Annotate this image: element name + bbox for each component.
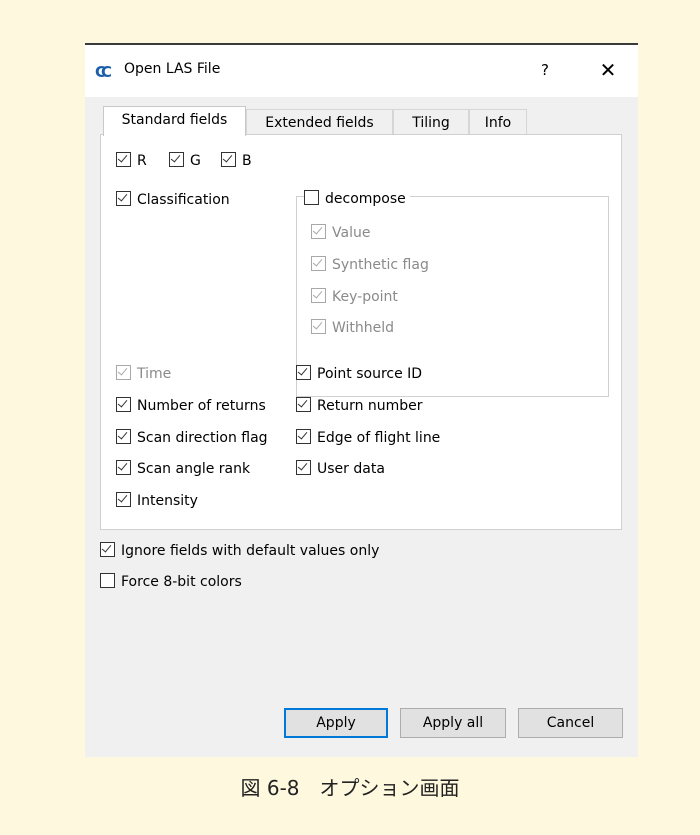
checkbox-time: Time (116, 365, 171, 383)
checkbox-force-8bit-colors-label: Force 8-bit colors (121, 574, 242, 590)
tab-extended-fields[interactable]: Extended fields (246, 109, 393, 134)
dialog-title: Open LAS File (124, 61, 221, 77)
tab-info[interactable]: Info (469, 109, 527, 134)
figure-caption: 図 6-8 オプション画面 (240, 776, 460, 800)
checkbox-scan-direction-flag[interactable]: Scan direction flag (116, 429, 268, 447)
checkbox-number-of-returns-label: Number of returns (137, 398, 266, 414)
checkbox-classification-label: Classification (137, 192, 230, 208)
checkbox-withheld: Withheld (311, 319, 394, 337)
checkbox-intensity-label: Intensity (137, 493, 198, 509)
checkbox-time-label: Time (137, 366, 172, 382)
checkbox-point-source-id-label: Point source ID (317, 366, 423, 382)
checkbox-scan-angle-rank-label: Scan angle rank (137, 461, 251, 477)
checkbox-synthetic-flag: Synthetic flag (311, 256, 429, 274)
checkbox-g[interactable]: G (169, 152, 201, 170)
checkbox-decompose-label: decompose (325, 191, 406, 207)
checkbox-scan-direction-flag-label: Scan direction flag (137, 430, 268, 446)
close-icon[interactable]: ✕ (593, 57, 623, 83)
checkbox-r[interactable]: R (116, 152, 147, 170)
checkbox-intensity[interactable]: Intensity (116, 492, 198, 510)
checkbox-return-number-label: Return number (317, 398, 423, 414)
checkbox-intensity-box[interactable] (116, 492, 131, 507)
apply-button[interactable]: Apply (284, 708, 388, 738)
checkbox-withheld-box (311, 319, 326, 334)
checkbox-user-data-box[interactable] (296, 460, 311, 475)
checkbox-b-label: B (242, 153, 252, 169)
checkbox-edge-of-flight-line-box[interactable] (296, 429, 311, 444)
checkbox-key-point-label: Key-point (332, 289, 398, 305)
checkbox-decompose-box[interactable] (304, 190, 319, 205)
checkbox-user-data[interactable]: User data (296, 460, 385, 478)
checkbox-force-8bit-colors-box[interactable] (100, 573, 115, 588)
checkbox-value-box (311, 224, 326, 239)
checkbox-number-of-returns-box[interactable] (116, 397, 131, 412)
checkbox-scan-direction-flag-box[interactable] (116, 429, 131, 444)
checkbox-point-source-id-box[interactable] (296, 365, 311, 380)
checkbox-r-box[interactable] (116, 152, 131, 167)
checkbox-synthetic-flag-box (311, 256, 326, 271)
checkbox-b[interactable]: B (221, 152, 252, 170)
cancel-button[interactable]: Cancel (518, 708, 623, 738)
checkbox-value: Value (311, 224, 370, 242)
apply-all-button[interactable]: Apply all (400, 708, 506, 738)
checkbox-value-label: Value (332, 225, 371, 241)
checkbox-ignore-default-fields-box[interactable] (100, 542, 115, 557)
tab-standard-fields[interactable]: Standard fields (103, 106, 246, 136)
checkbox-classification-box[interactable] (116, 191, 131, 206)
checkbox-ignore-default-fields-label: Ignore fields with default values only (121, 543, 380, 559)
title-bar: CC Open LAS File ? ✕ (85, 45, 638, 97)
checkbox-key-point-box (311, 288, 326, 303)
checkbox-number-of-returns[interactable]: Number of returns (116, 397, 266, 415)
checkbox-g-box[interactable] (169, 152, 184, 167)
checkbox-edge-of-flight-line[interactable]: Edge of flight line (296, 429, 440, 447)
checkbox-user-data-label: User data (317, 461, 385, 477)
checkbox-synthetic-flag-label: Synthetic flag (332, 257, 429, 273)
checkbox-b-box[interactable] (221, 152, 236, 167)
checkbox-return-number[interactable]: Return number (296, 397, 423, 415)
checkbox-edge-of-flight-line-label: Edge of flight line (317, 430, 441, 446)
checkbox-return-number-box[interactable] (296, 397, 311, 412)
checkbox-decompose[interactable]: decompose (304, 190, 410, 208)
checkbox-time-box (116, 365, 131, 380)
checkbox-key-point: Key-point (311, 288, 398, 306)
checkbox-withheld-label: Withheld (332, 320, 395, 336)
cc-logo-icon: CC (95, 63, 112, 81)
checkbox-point-source-id[interactable]: Point source ID (296, 365, 422, 383)
checkbox-force-8bit-colors[interactable]: Force 8-bit colors (100, 573, 242, 591)
checkbox-classification[interactable]: Classification (116, 191, 230, 209)
open-las-file-dialog: CC Open LAS File ? ✕ Standard fields Ext… (85, 43, 638, 757)
checkbox-g-label: G (190, 153, 201, 169)
help-button[interactable]: ? (533, 57, 557, 83)
tab-tiling[interactable]: Tiling (393, 109, 469, 134)
checkbox-scan-angle-rank[interactable]: Scan angle rank (116, 460, 250, 478)
checkbox-r-label: R (137, 153, 147, 169)
checkbox-ignore-default-fields[interactable]: Ignore fields with default values only (100, 542, 379, 560)
checkbox-scan-angle-rank-box[interactable] (116, 460, 131, 475)
